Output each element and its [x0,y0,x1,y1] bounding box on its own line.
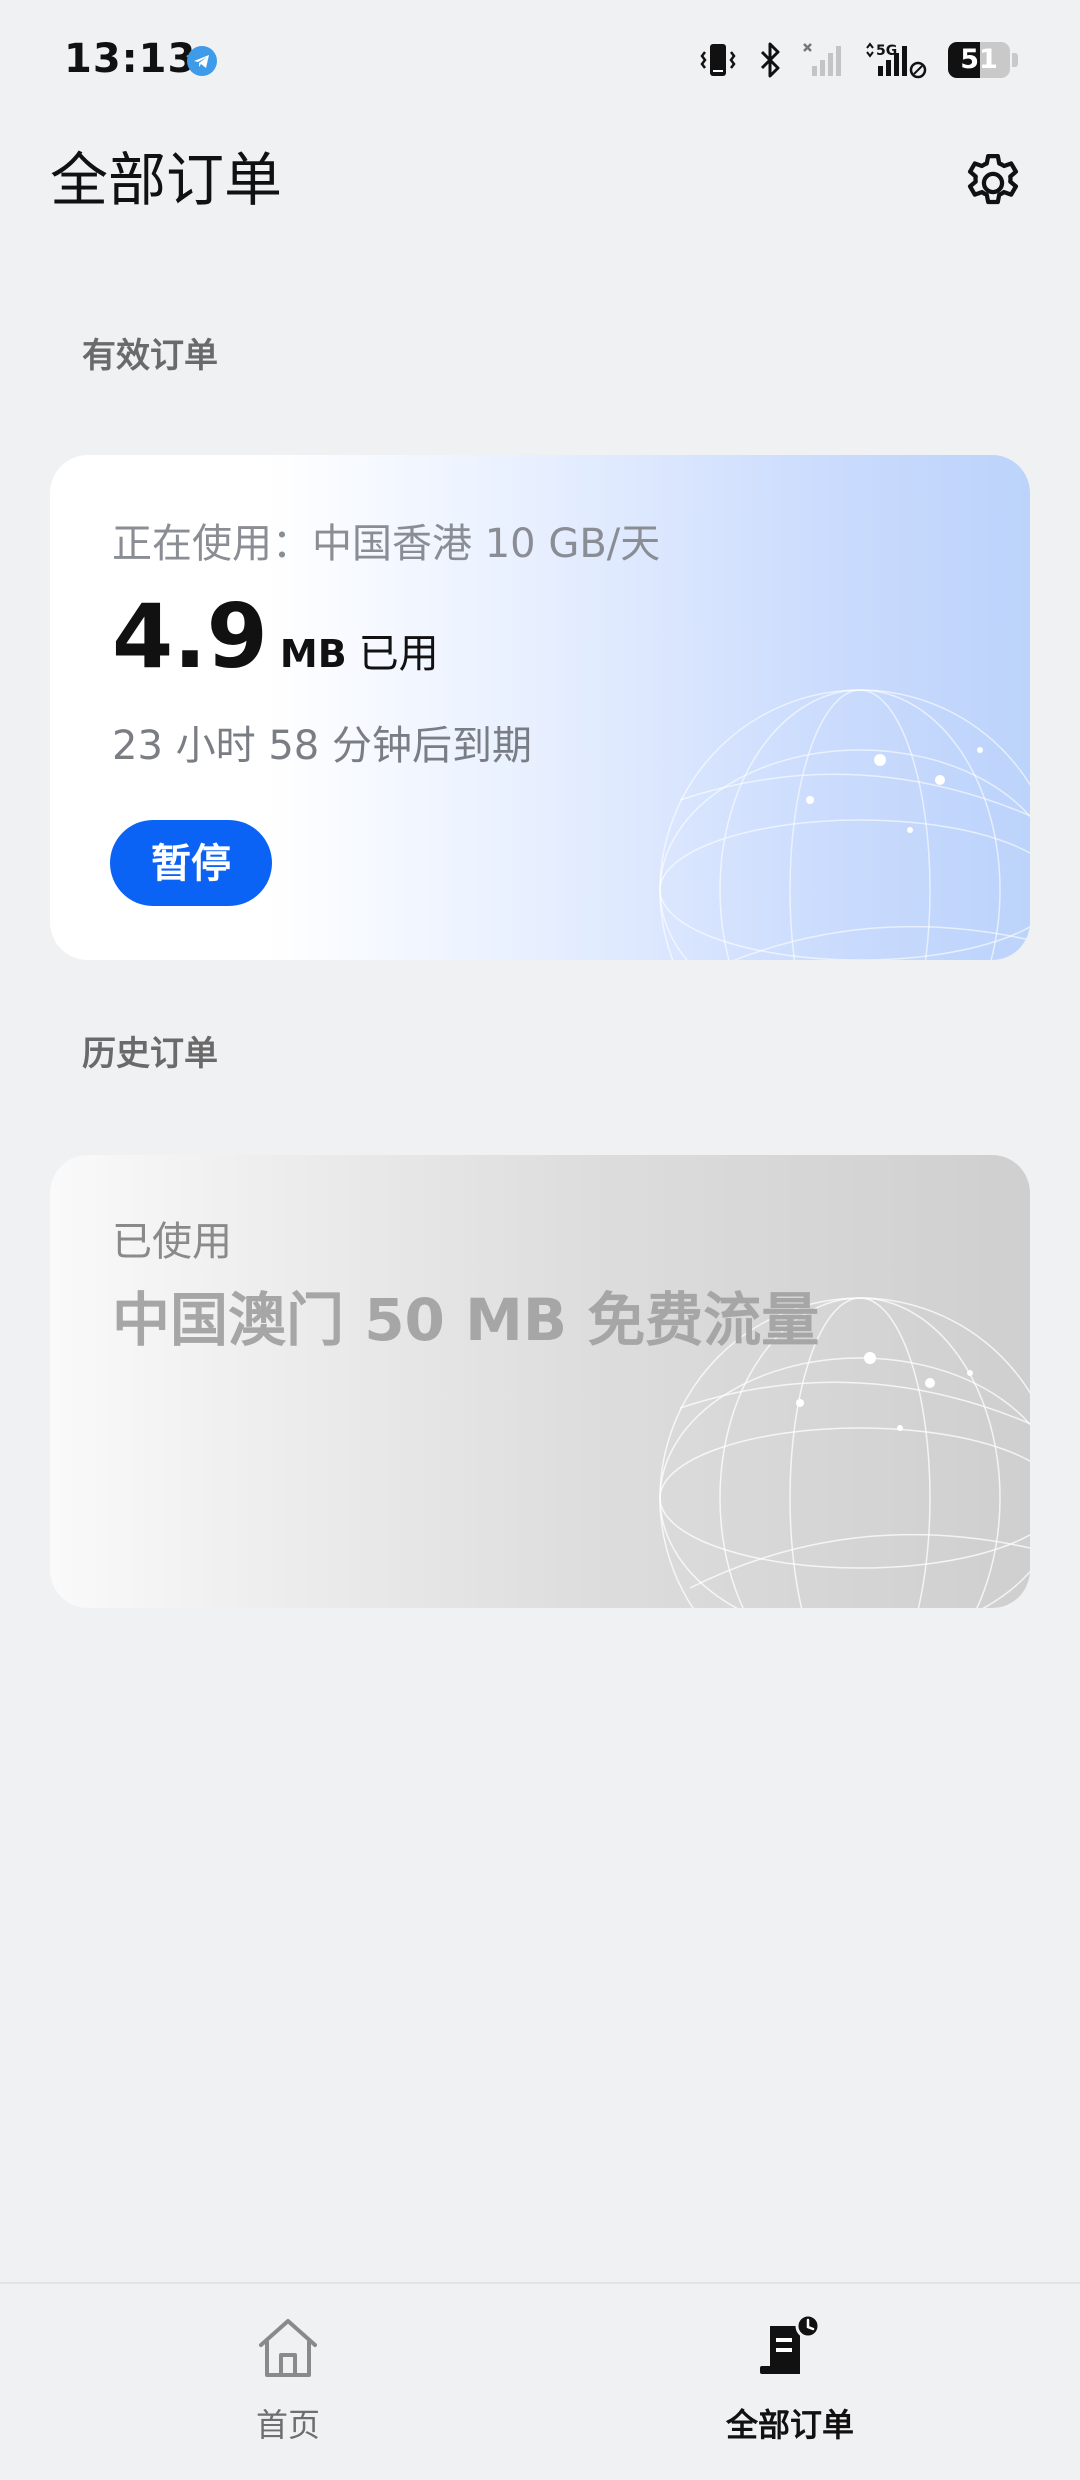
active-plan-label: 正在使用：中国香港 10 GB/天 [112,521,661,567]
bluetooth-icon [756,40,784,80]
globe-decoration [659,689,1030,960]
bottom-nav: 首页 全部订单 [0,2282,1080,2480]
usage-row: 4.9 MB 已用 [112,593,439,681]
status-time: 13:13 [64,36,197,82]
nav-item-orders[interactable]: 全部订单 [670,2310,910,2450]
home-icon [250,2310,326,2386]
status-bar: 13:13 5G 51 [0,0,1080,120]
battery-icon: 51 [948,42,1018,78]
settings-button[interactable] [950,140,1036,226]
history-order-card[interactable]: 已使用 中国澳门 50 MB 免费流量 [50,1155,1030,1608]
active-orders-heading: 有效订单 [82,336,218,376]
telegram-icon [186,45,218,77]
history-orders-heading: 历史订单 [82,1034,218,1074]
page-title: 全部订单 [50,146,283,214]
gear-icon [967,153,1019,205]
usage-suffix: 已用 [358,631,439,677]
nav-label-orders: 全部订单 [725,2406,854,2444]
battery-level: 51 [960,44,998,75]
active-order-card[interactable]: 正在使用：中国香港 10 GB/天 4.9 MB 已用 23 小时 58 分钟后… [50,455,1030,960]
signal-5g-icon: 5G [864,40,930,80]
nav-label-home: 首页 [255,2406,320,2444]
nav-item-home[interactable]: 首页 [168,2310,408,2450]
pause-button[interactable]: 暂停 [110,820,272,906]
status-icons: 5G 51 [698,38,1018,82]
history-plan-title: 中国澳门 50 MB 免费流量 [112,1286,820,1354]
orders-icon [752,2310,828,2386]
expire-text: 23 小时 58 分钟后到期 [112,723,532,769]
usage-unit: MB [279,632,347,676]
signal-off-icon [802,40,846,80]
vibrate-icon [698,40,738,80]
usage-value: 4.9 [112,585,268,688]
history-status: 已使用 [112,1219,232,1265]
